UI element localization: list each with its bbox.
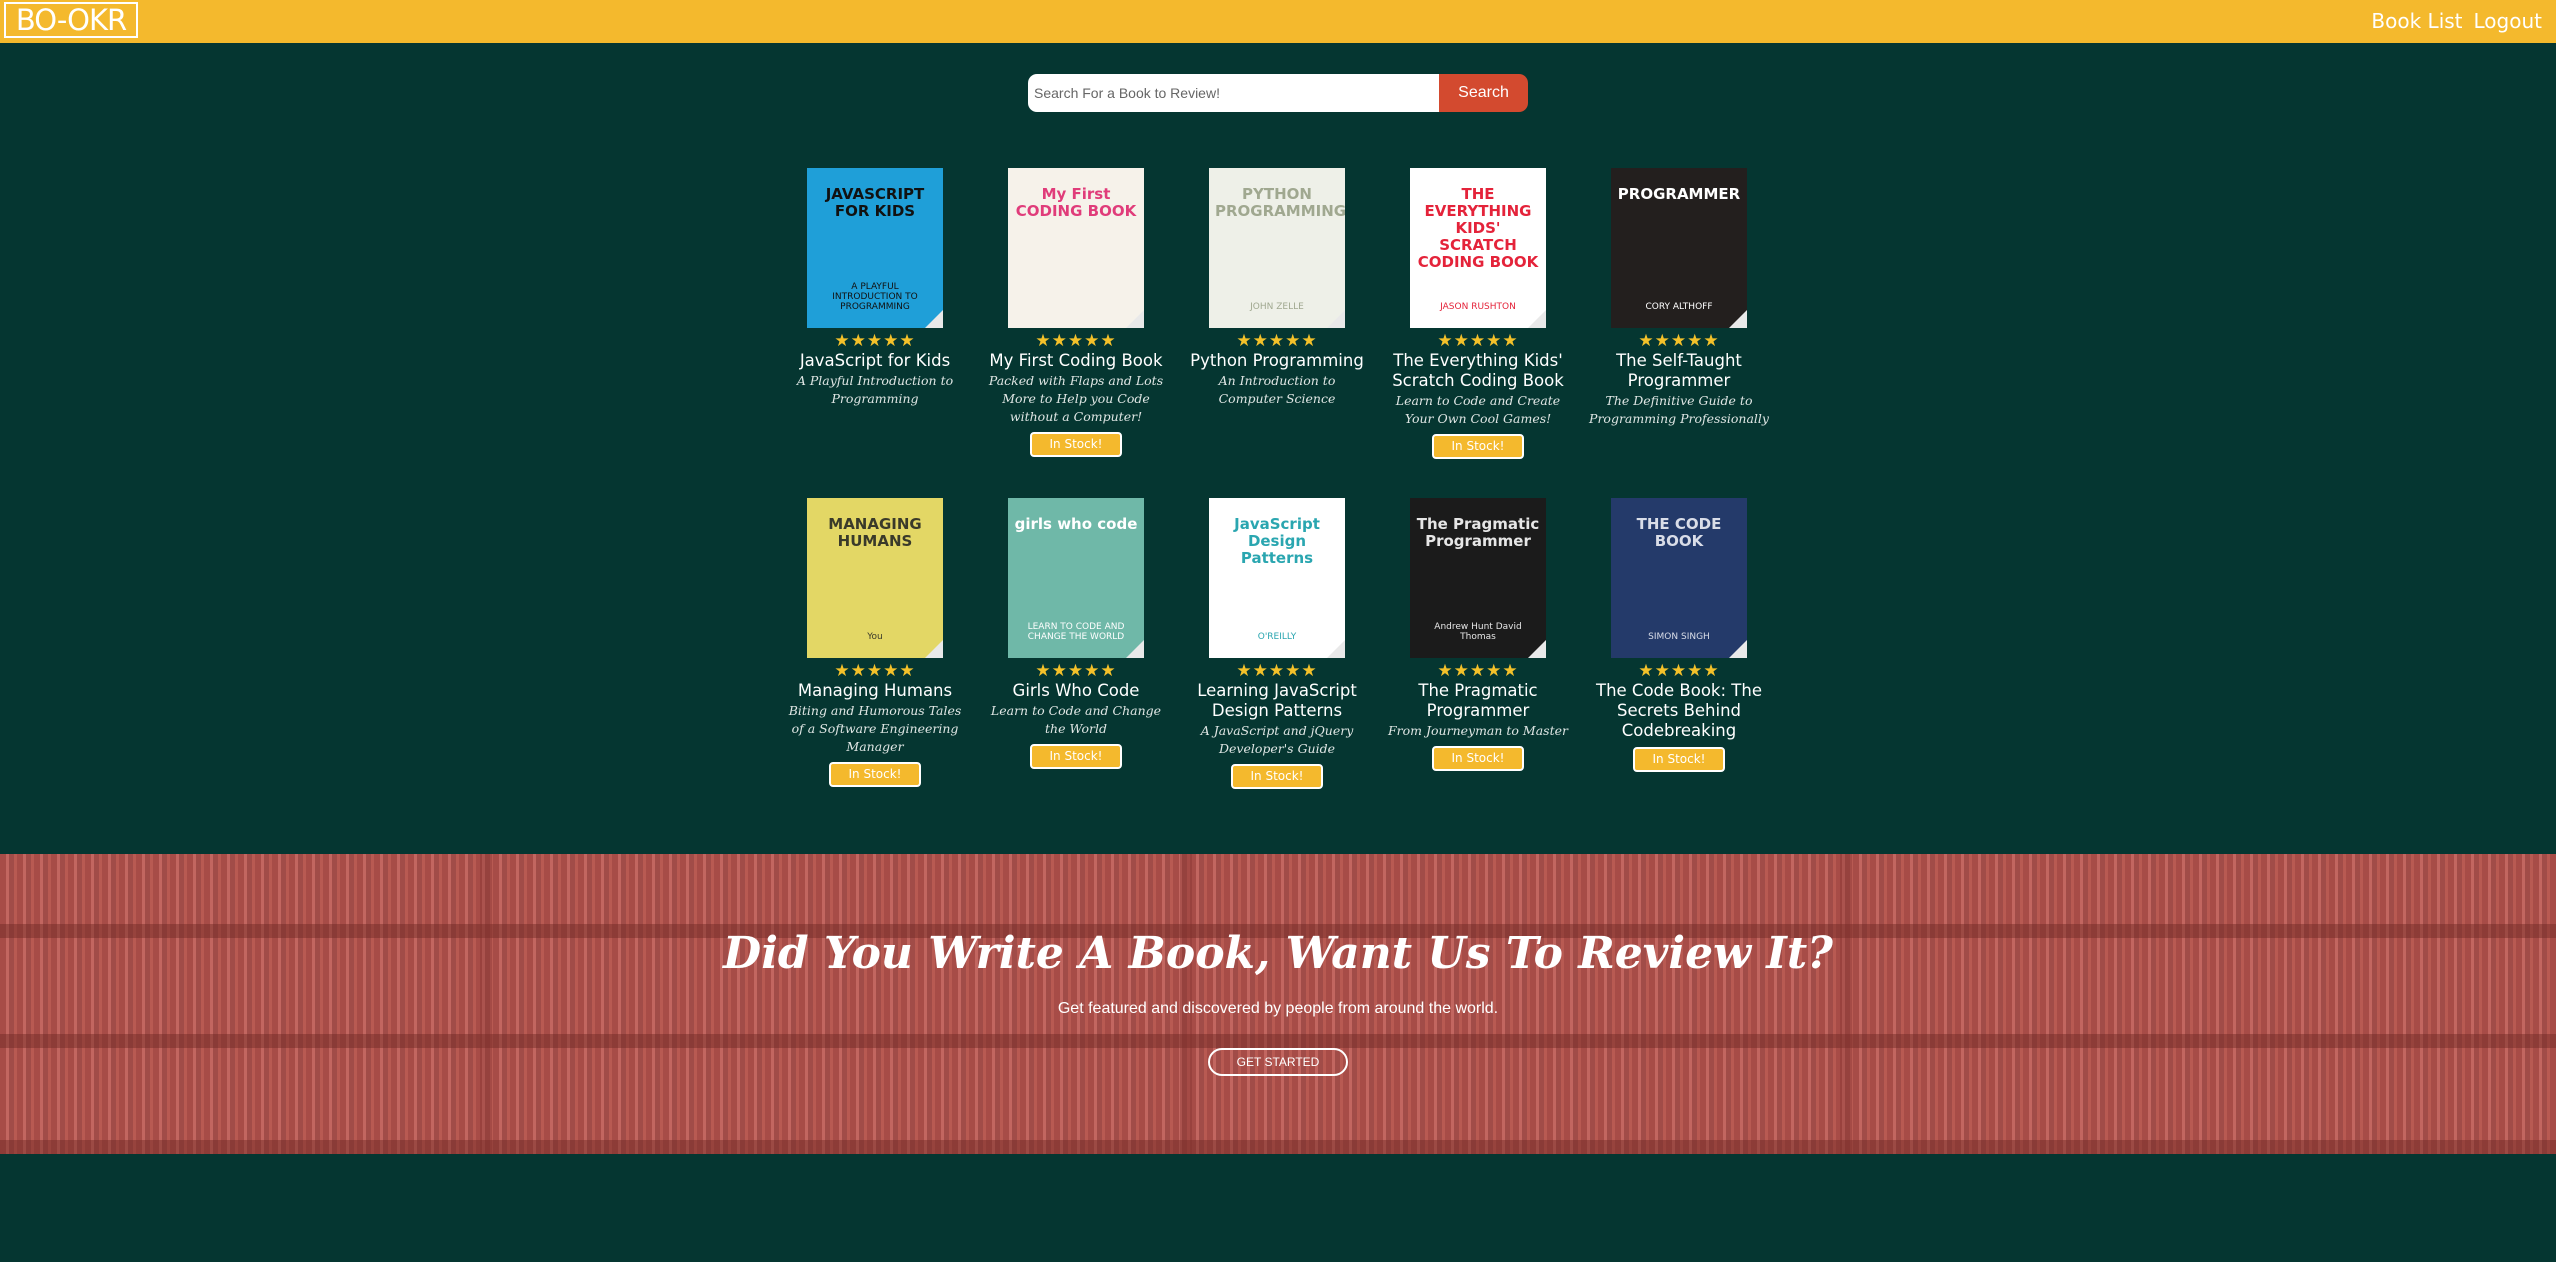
search-button[interactable]: Search (1439, 74, 1528, 112)
book-subtitle: A Playful Introduction to Programming (796, 373, 954, 406)
page-curl-icon (1528, 640, 1546, 658)
book-subtitle: Learn to Code and Create Your Own Cool G… (1395, 393, 1561, 426)
book-cover-image[interactable]: PYTHON PROGRAMMING JOHN ZELLE (1209, 168, 1345, 328)
star-rating: ★★★★★ (834, 331, 916, 351)
cover-subtext: JOHN ZELLE (1250, 302, 1304, 312)
book-cover-image[interactable]: THE CODE BOOK SIMON SINGH (1611, 498, 1747, 658)
shelf-board (0, 1140, 2556, 1154)
cover-subtext: O'REILLY (1257, 632, 1297, 642)
page-curl-icon (925, 310, 943, 328)
book-card: THE CODE BOOK SIMON SINGH ★★★★★ The Code Bo… (1587, 498, 1771, 772)
cover-subtext: Andrew Hunt David Thomas (1434, 622, 1522, 642)
in-stock-button[interactable]: In Stock! (829, 762, 921, 787)
book-card: MANAGING HUMANS You ★★★★★ Managing Humans Bi… (783, 498, 967, 787)
book-card: JavaScript Design Patterns O'REILLY ★★★★★ L… (1185, 498, 1369, 789)
book-cover-image[interactable]: MANAGING HUMANS You (807, 498, 943, 658)
book-subtitle: Packed with Flaps and Lots More to Help … (988, 373, 1164, 424)
nav-book-list-link[interactable]: Book List (2371, 7, 2462, 35)
star-rating: ★★★★★ (1035, 661, 1117, 681)
page-curl-icon (1729, 640, 1747, 658)
cover-title-text: THE EVERYTHING KIDS' SCRATCH CODING BOOK (1417, 185, 1539, 271)
book-title[interactable]: JavaScript for Kids (783, 351, 967, 371)
cover-title-text: PROGRAMMER (1617, 185, 1741, 203)
book-title[interactable]: Python Programming (1185, 351, 1369, 371)
book-card: PYTHON PROGRAMMING JOHN ZELLE ★★★★★ Python … (1185, 168, 1369, 408)
cover-subtext: SIMON SINGH (1648, 632, 1710, 642)
search-bar: Search (1028, 74, 1528, 112)
in-stock-button[interactable]: In Stock! (1030, 744, 1122, 769)
nav-logout-link[interactable]: Logout (2474, 7, 2542, 35)
author-cta-banner: Did You Write A Book, Want Us To Review … (0, 854, 2556, 1154)
star-rating: ★★★★★ (1638, 661, 1720, 681)
star-rating: ★★★★★ (1437, 331, 1519, 351)
book-card: My First CODING BOOK ★★★★★ My First Coding… (984, 168, 1168, 457)
book-title[interactable]: The Code Book: The Secrets Behind Codebr… (1587, 681, 1771, 741)
banner-title: Did You Write A Book, Want Us To Review … (723, 928, 1833, 979)
book-cover-image[interactable]: JAVASCRIPT FOR KIDS A PLAYFUL INTRODUCTIO… (807, 168, 943, 328)
book-subtitle: Biting and Humorous Tales of a Software … (788, 703, 962, 754)
book-card: girls who code LEARN TO CODE AND CHANGE T… (984, 498, 1168, 769)
book-cover-image[interactable]: girls who code LEARN TO CODE AND CHANGE T… (1008, 498, 1144, 658)
star-rating: ★★★★★ (1035, 331, 1117, 351)
book-card: PROGRAMMER CORY ALTHOFF ★★★★★ The Self-Taug… (1587, 168, 1771, 428)
in-stock-button[interactable]: In Stock! (1633, 747, 1725, 772)
book-subtitle: The Definitive Guide to Programming Prof… (1589, 393, 1769, 426)
cover-title-text: girls who code (1014, 515, 1138, 533)
cover-subtext: CORY ALTHOFF (1645, 302, 1713, 312)
book-title[interactable]: The Pragmatic Programmer (1386, 681, 1570, 721)
cover-subtext: You (867, 632, 883, 642)
cover-title-text: THE CODE BOOK (1636, 515, 1722, 550)
nav-links: Book List Logout (2371, 7, 2542, 35)
cover-subtext: LEARN TO CODE AND CHANGE THE WORLD (1027, 622, 1125, 642)
shelf-board (0, 1034, 2556, 1048)
star-rating: ★★★★★ (1437, 661, 1519, 681)
book-title[interactable]: The Self-Taught Programmer (1587, 351, 1771, 391)
page-curl-icon (1327, 310, 1345, 328)
get-started-button[interactable]: GET STARTED (1208, 1048, 1348, 1076)
page-curl-icon (1729, 310, 1747, 328)
book-card: The Pragmatic Programmer Andrew Hunt Davi… (1386, 498, 1570, 771)
search-input[interactable] (1028, 74, 1439, 112)
book-card: THE EVERYTHING KIDS' SCRATCH CODING BOOK… (1386, 168, 1570, 459)
book-cover-image[interactable]: My First CODING BOOK (1008, 168, 1144, 328)
book-title[interactable]: My First Coding Book (984, 351, 1168, 371)
page-curl-icon (1528, 310, 1546, 328)
page-curl-icon (1126, 310, 1144, 328)
star-rating: ★★★★★ (1638, 331, 1720, 351)
cover-title-text: PYTHON PROGRAMMING (1215, 185, 1345, 220)
star-rating: ★★★★★ (1236, 661, 1318, 681)
cover-title-text: The Pragmatic Programmer (1416, 515, 1540, 550)
cover-title-text: My First CODING BOOK (1015, 185, 1137, 220)
cover-subtext: JASON RUSHTON (1440, 302, 1516, 312)
book-card: JAVASCRIPT FOR KIDS A PLAYFUL INTRODUCTIO… (783, 168, 967, 408)
in-stock-button[interactable]: In Stock! (1432, 746, 1524, 771)
book-subtitle: An Introduction to Computer Science (1218, 373, 1336, 406)
book-cover-image[interactable]: PROGRAMMER CORY ALTHOFF (1611, 168, 1747, 328)
star-rating: ★★★★★ (834, 661, 916, 681)
book-cover-image[interactable]: THE EVERYTHING KIDS' SCRATCH CODING BOOK… (1410, 168, 1546, 328)
page-curl-icon (1327, 640, 1345, 658)
book-subtitle: From Journeyman to Master (1388, 723, 1568, 738)
page-curl-icon (1126, 640, 1144, 658)
book-subtitle: A JavaScript and jQuery Developer's Guid… (1200, 723, 1354, 756)
in-stock-button[interactable]: In Stock! (1231, 764, 1323, 789)
book-title[interactable]: Learning JavaScript Design Patterns (1185, 681, 1369, 721)
banner-subtitle: Get featured and discovered by people fr… (1057, 1000, 1499, 1017)
in-stock-button[interactable]: In Stock! (1030, 432, 1122, 457)
cover-title-text: JavaScript Design Patterns (1234, 515, 1320, 567)
book-title[interactable]: The Everything Kids' Scratch Coding Book (1386, 351, 1570, 391)
page-curl-icon (925, 640, 943, 658)
top-navbar: BO-OKR Book List Logout (0, 0, 2556, 43)
book-cover-image[interactable]: JavaScript Design Patterns O'REILLY (1209, 498, 1345, 658)
book-subtitle: Learn to Code and Change the World (990, 703, 1162, 736)
star-rating: ★★★★★ (1236, 331, 1318, 351)
cover-title-text: MANAGING HUMANS (828, 515, 922, 550)
in-stock-button[interactable]: In Stock! (1432, 434, 1524, 459)
brand-logo[interactable]: BO-OKR (4, 2, 138, 38)
book-title[interactable]: Managing Humans (783, 681, 967, 701)
cover-subtext: A PLAYFUL INTRODUCTION TO PROGRAMMING (832, 282, 918, 312)
cover-title-text: JAVASCRIPT FOR KIDS (825, 185, 925, 220)
book-title[interactable]: Girls Who Code (984, 681, 1168, 701)
book-cover-image[interactable]: The Pragmatic Programmer Andrew Hunt Davi… (1410, 498, 1546, 658)
